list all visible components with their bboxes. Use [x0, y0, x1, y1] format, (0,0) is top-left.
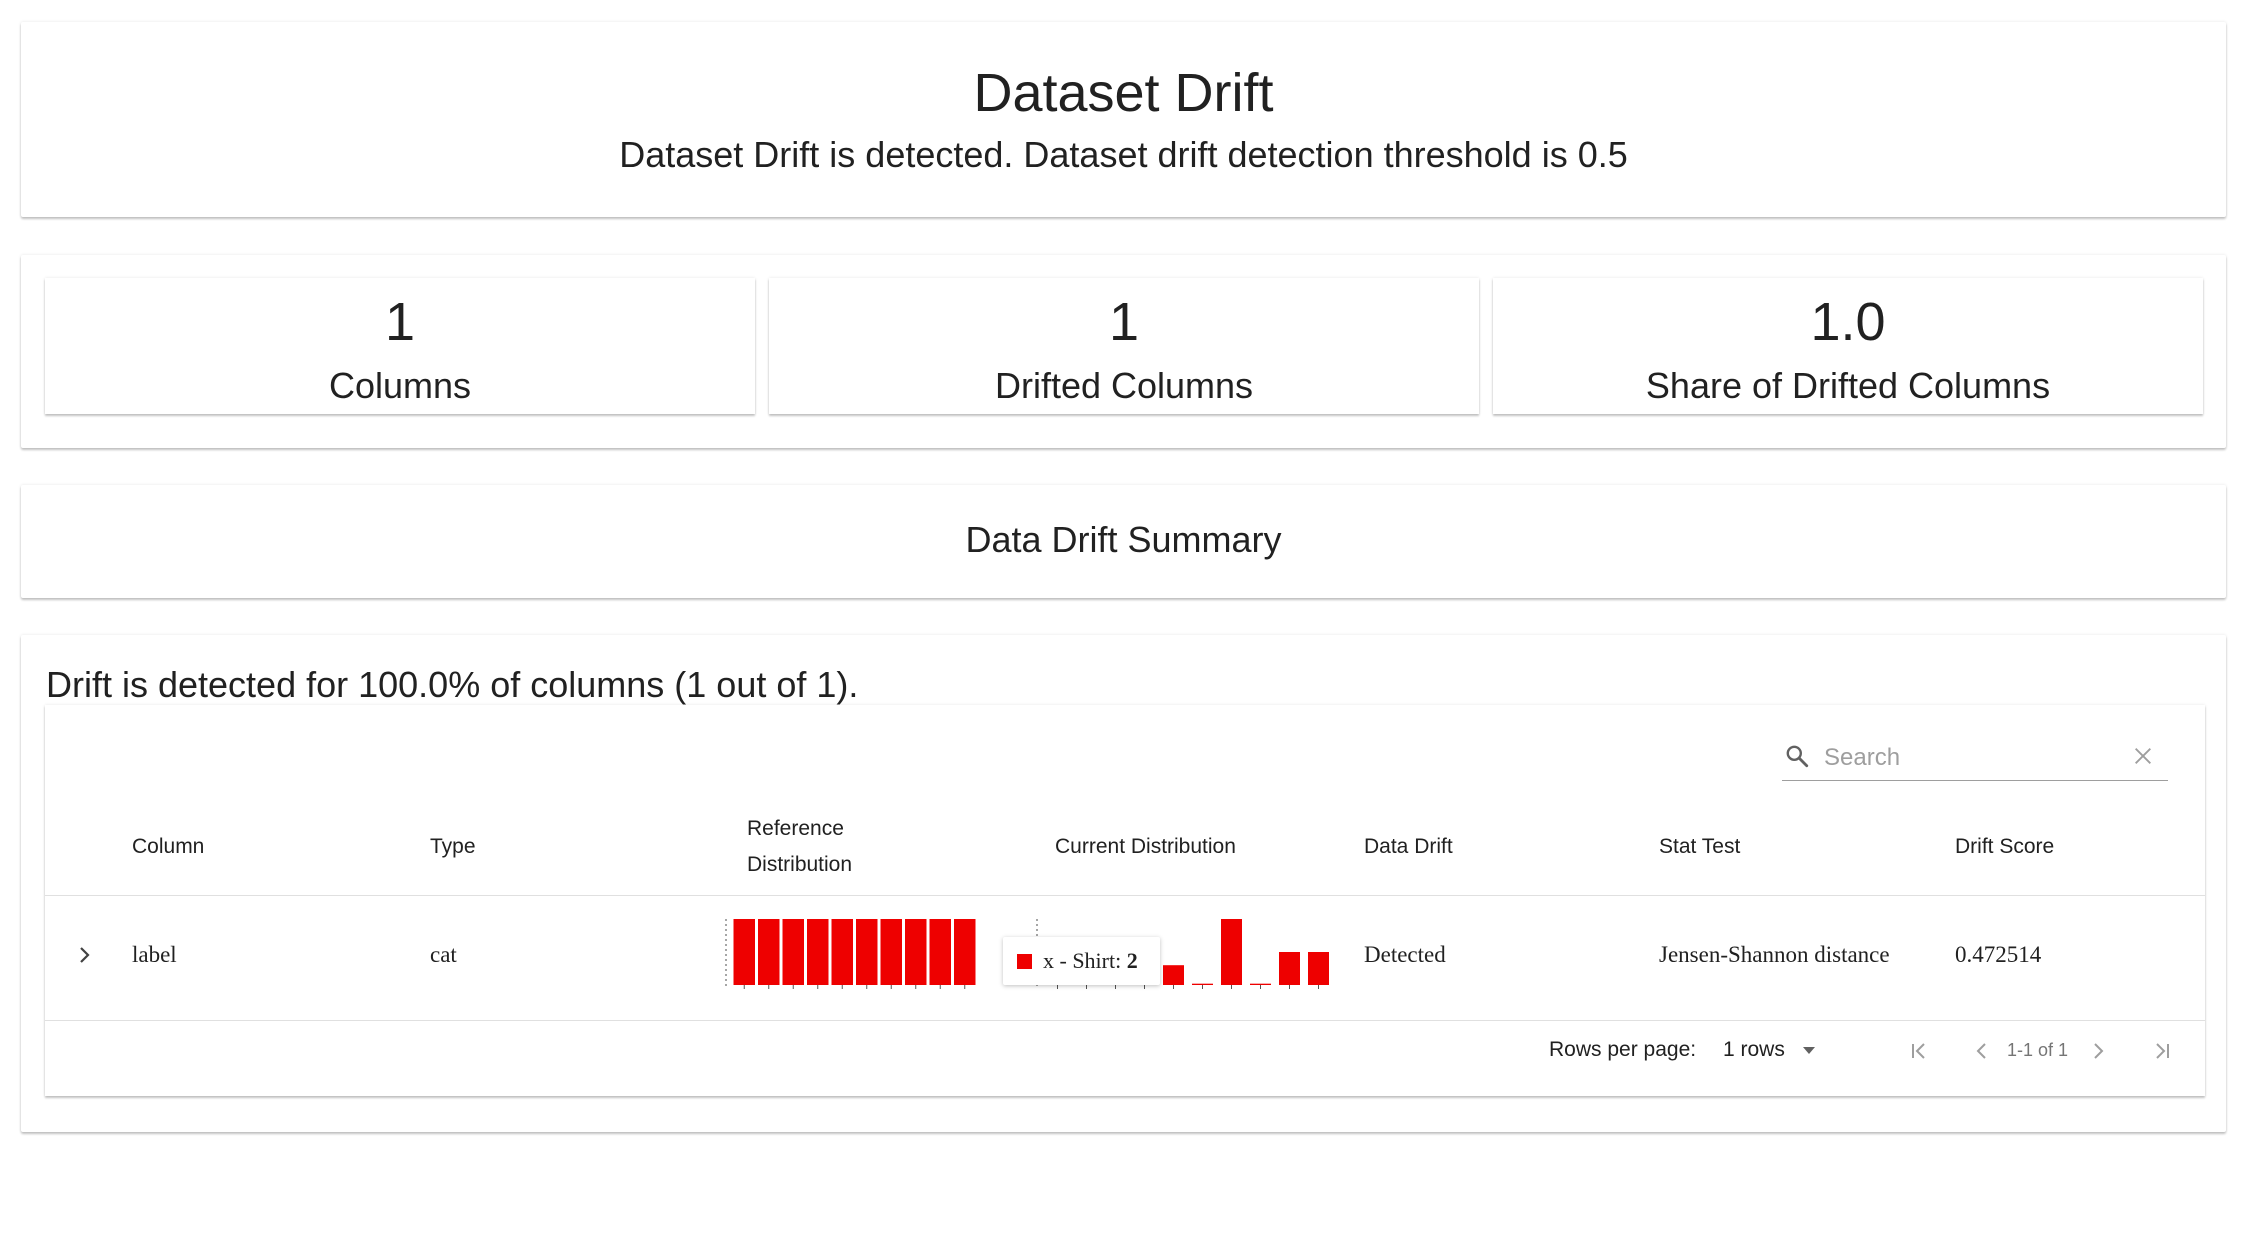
first-page-icon[interactable] [1907, 1039, 1931, 1063]
cell-type: cat [430, 942, 457, 967]
page-range: 1-1 of 1 [2007, 1040, 2069, 1060]
metric-drifted-columns: 1 Drifted Columns [769, 278, 1479, 414]
chart-bar[interactable] [905, 919, 927, 985]
metric-label: Drifted Columns [994, 365, 1254, 406]
metric-label: Share of Drifted Columns [1645, 365, 2051, 406]
cell-data-drift: Detected [1364, 942, 1446, 967]
chart-bar[interactable] [1279, 952, 1300, 985]
header-data-drift[interactable]: Data Drift [1364, 829, 1453, 865]
header-reference-distribution-line2: Distribution [747, 853, 853, 876]
last-page-icon[interactable] [2150, 1039, 2174, 1063]
header-type[interactable]: Type [430, 829, 476, 865]
metric-value: 1.0 [1810, 292, 1886, 352]
next-page-icon[interactable] [2086, 1039, 2110, 1063]
rows-per-page-label: Rows per page: [1549, 1038, 1697, 1061]
search-icon [1786, 745, 1809, 768]
reference-distribution-chart[interactable] [724, 915, 984, 995]
rows-per-page-value: 1 rows [1723, 1038, 1785, 1061]
metric-value: 1 [384, 292, 416, 352]
chart-bar[interactable] [929, 919, 952, 985]
summary-title-card: Data Drift Summary [21, 485, 2226, 598]
chart-bar[interactable] [1221, 919, 1242, 985]
tooltip-value: 2 [1126, 948, 1138, 973]
metric-value: 1 [1108, 292, 1140, 352]
header-stat-test[interactable]: Stat Test [1659, 829, 1740, 865]
header-column[interactable]: Column [132, 829, 204, 865]
summary-title: Data Drift Summary [965, 519, 1282, 560]
metric-columns: 1 Columns [45, 278, 755, 414]
previous-page-icon[interactable] [1970, 1039, 1994, 1063]
chart-bar[interactable] [758, 919, 780, 985]
drift-detected-text: Drift is detected for 100.0% of columns … [46, 664, 859, 705]
chevron-right-icon[interactable] [72, 943, 96, 967]
cell-stat-test: Jensen-Shannon distance [1659, 942, 1890, 967]
chart-bar[interactable] [831, 919, 854, 985]
chart-bar[interactable] [1308, 952, 1329, 985]
chart-bar[interactable] [880, 919, 903, 985]
cell-drift-score: 0.472514 [1955, 942, 2042, 967]
tooltip-swatch [1017, 954, 1032, 969]
header-reference-distribution-line1: Reference [747, 817, 844, 840]
chart-bar[interactable] [733, 919, 756, 985]
chart-bar[interactable] [1163, 965, 1184, 985]
rows-per-page-select[interactable]: 1 rows [1723, 1033, 1785, 1067]
header-current-distribution: Current Distribution [1055, 835, 1236, 858]
row-divider [45, 1020, 2205, 1021]
search-input[interactable] [1822, 741, 2126, 775]
dropdown-arrow-icon[interactable] [1797, 1038, 1821, 1062]
metrics-card: 1 Columns 1 Drifted Columns 1.0 Share of… [21, 255, 2226, 448]
chart-bar[interactable] [782, 919, 805, 985]
chart-tooltip: x - Shirt: 2 [1003, 937, 1160, 985]
metric-share-drifted: 1.0 Share of Drifted Columns [1493, 278, 2203, 414]
dataset-drift-header-card: Dataset Drift Dataset Drift is detected.… [21, 22, 2226, 217]
tooltip-text: x - Shirt: 2 [1043, 937, 1138, 985]
close-icon[interactable] [2132, 745, 2154, 767]
drift-table: Column Type Reference Distribution Curre… [45, 705, 2205, 1096]
chart-bar[interactable] [856, 919, 878, 985]
drift-table-card: Drift is detected for 100.0% of columns … [21, 635, 2226, 1132]
tooltip-label: x - Shirt: [1043, 948, 1127, 973]
cell-column: label [132, 942, 177, 967]
header-divider [45, 895, 2205, 896]
header-drift-score[interactable]: Drift Score [1955, 829, 2054, 865]
chart-bar[interactable] [954, 919, 976, 985]
chart-bar[interactable] [1192, 983, 1213, 985]
page-subtitle: Dataset Drift is detected. Dataset drift… [619, 134, 1628, 176]
metric-label: Columns [328, 365, 472, 406]
chart-bar[interactable] [1250, 983, 1271, 985]
page-title: Dataset Drift [973, 63, 1274, 123]
chart-bar[interactable] [807, 919, 829, 985]
search-field[interactable] [1782, 735, 2168, 781]
